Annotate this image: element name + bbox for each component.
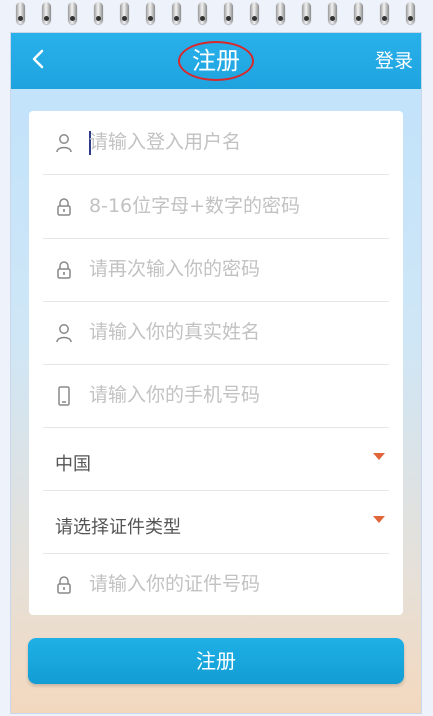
real-name-placeholder: 请输入你的真实姓名 <box>89 321 261 343</box>
real-name-field[interactable]: 请输入你的真实姓名 <box>43 301 389 365</box>
register-form: 请输入登入用户名 8-16位字母+数字的密码 请再次输入你的密码 请输入你的真实… <box>29 111 403 615</box>
top-bar: 注册 登录 <box>11 33 421 89</box>
binding-ring <box>302 2 311 24</box>
register-button[interactable]: 注册 <box>28 638 404 684</box>
country-value: 中国 <box>55 454 91 475</box>
binding-ring <box>380 2 389 24</box>
binding-ring <box>16 2 25 24</box>
lock-icon <box>57 261 71 279</box>
id-number-field[interactable]: 请输入你的证件号码 <box>43 553 389 616</box>
id-type-value: 请选择证件类型 <box>55 517 181 538</box>
phone-icon <box>58 386 70 406</box>
lock-icon <box>57 198 71 216</box>
password-placeholder: 8-16位字母+数字的密码 <box>89 195 301 217</box>
title-annotation-circle <box>178 41 254 81</box>
binding-ring <box>94 2 103 24</box>
caret-down-icon <box>373 453 385 460</box>
binding-ring <box>68 2 77 24</box>
login-link[interactable]: 登录 <box>375 33 413 89</box>
binding-ring <box>198 2 207 24</box>
binding-ring <box>224 2 233 24</box>
confirm-password-field[interactable]: 请再次输入你的密码 <box>43 238 389 302</box>
caret-down-icon <box>373 516 385 523</box>
id-type-select[interactable]: 请选择证件类型 <box>43 490 389 554</box>
confirm-password-placeholder: 请再次输入你的密码 <box>89 258 261 280</box>
username-placeholder: 请输入登入用户名 <box>89 131 242 153</box>
binding-ring <box>328 2 337 24</box>
binding-ring <box>276 2 285 24</box>
binding-ring <box>120 2 129 24</box>
notebook-binding <box>0 0 433 30</box>
password-field[interactable]: 8-16位字母+数字的密码 <box>43 175 389 239</box>
binding-ring <box>354 2 363 24</box>
binding-ring <box>146 2 155 24</box>
lock-icon <box>57 576 71 594</box>
binding-ring <box>42 2 51 24</box>
user-icon <box>56 134 72 153</box>
binding-ring <box>406 2 415 24</box>
binding-ring <box>172 2 181 24</box>
id-number-placeholder: 请输入你的证件号码 <box>89 573 261 595</box>
user-icon <box>56 324 72 343</box>
binding-ring <box>250 2 259 24</box>
phone-field[interactable]: 请输入你的手机号码 <box>43 364 389 428</box>
phone-placeholder: 请输入你的手机号码 <box>89 384 261 406</box>
country-select[interactable]: 中国 <box>43 427 389 491</box>
username-field[interactable]: 请输入登入用户名 <box>43 111 389 175</box>
app-screen: 注册 登录 请输入登入用户名 8-16位字母+数字的密码 请再次输入你的密码 请… <box>10 32 422 714</box>
